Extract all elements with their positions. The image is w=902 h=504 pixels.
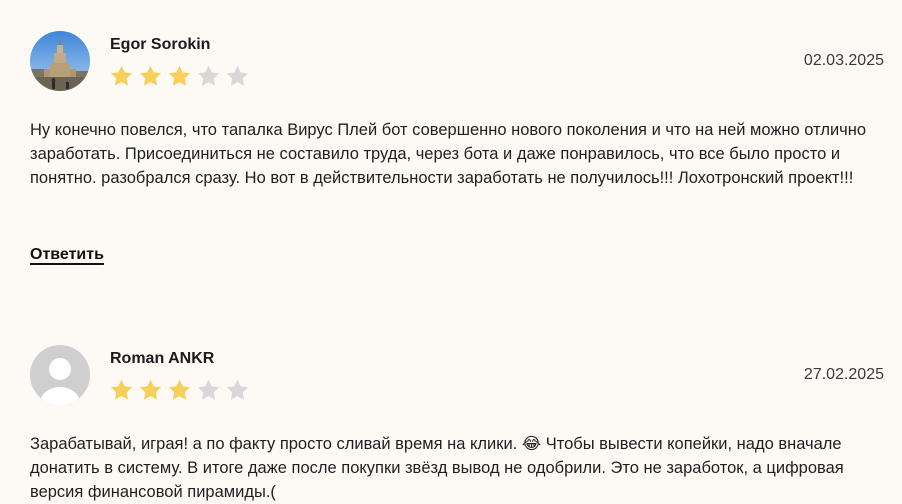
star-empty-icon <box>197 65 220 86</box>
review-author: Egor Sorokin <box>110 36 211 53</box>
rating-stars <box>109 378 250 403</box>
avatar <box>30 345 90 405</box>
star-filled-icon <box>110 65 133 86</box>
review-date: 02.03.2025 <box>803 52 884 69</box>
avatar <box>30 31 90 91</box>
star-filled-icon <box>168 379 191 400</box>
star-empty-icon <box>226 379 249 400</box>
review-date: 27.02.2025 <box>803 366 884 383</box>
default-user-avatar-icon <box>30 345 90 405</box>
rating-stars <box>109 64 250 89</box>
photo-avatar-icon <box>30 31 90 91</box>
star-empty-icon <box>226 65 249 86</box>
star-filled-icon <box>168 65 191 86</box>
review-text: Зарабатывай, играя! а по факту просто сл… <box>30 435 844 501</box>
reply-button[interactable]: Ответить <box>30 246 104 264</box>
review-author: Roman ANKR <box>110 350 215 367</box>
review-text: Ну конечно повелся, что тапалка Вирус Пл… <box>30 121 867 187</box>
star-empty-icon <box>197 379 220 400</box>
star-filled-icon <box>110 379 133 400</box>
star-filled-icon <box>139 379 162 400</box>
star-filled-icon <box>139 65 162 86</box>
